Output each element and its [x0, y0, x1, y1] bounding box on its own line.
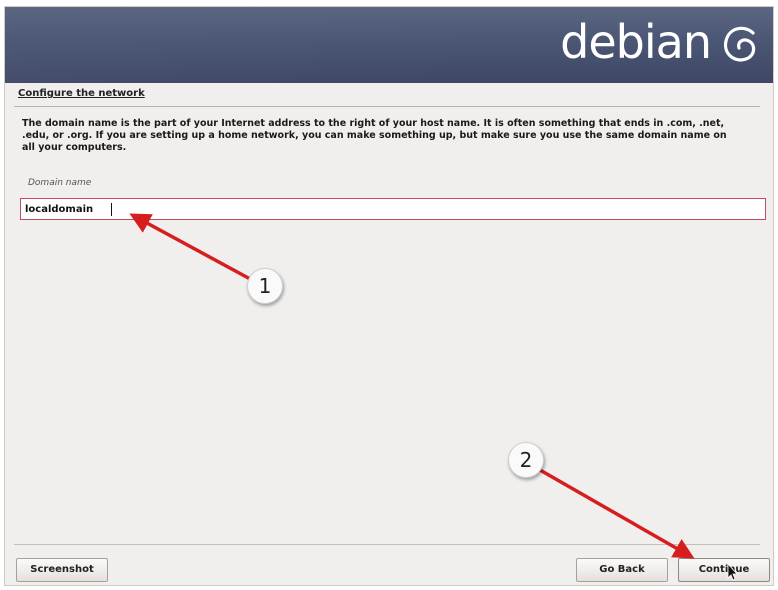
domain-name-input[interactable] [20, 198, 766, 220]
debian-logo-text: debian [560, 15, 712, 69]
step-1-badge: 1 [247, 268, 283, 304]
go-back-button[interactable]: Go Back [576, 558, 668, 582]
debian-swirl-icon [723, 26, 756, 62]
continue-button[interactable]: Continue [678, 558, 770, 582]
domain-name-label: Domain name [28, 178, 92, 188]
page-title: Configure the network [18, 88, 145, 99]
footer-divider [14, 544, 760, 545]
screenshot-button[interactable]: Screenshot [16, 558, 108, 582]
step-2-badge: 2 [508, 442, 544, 478]
help-text: The domain name is the part of your Inte… [22, 118, 727, 153]
text-caret [111, 203, 112, 216]
debian-banner: debian [5, 7, 773, 83]
title-divider [14, 106, 760, 107]
